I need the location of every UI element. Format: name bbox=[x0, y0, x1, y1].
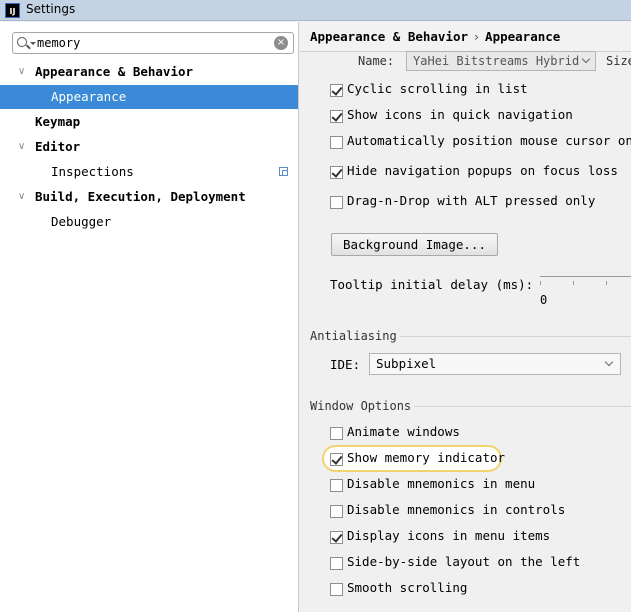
checkbox-label[interactable]: Drag-n-Drop with ALT pressed only bbox=[347, 193, 595, 208]
checkbox-label[interactable]: Disable mnemonics in menu bbox=[347, 476, 535, 491]
tree-item-label: Appearance & Behavior bbox=[35, 64, 194, 79]
intellij-app-icon: IJ bbox=[5, 3, 20, 18]
font-name-label: Name: bbox=[358, 54, 395, 68]
checkbox-label[interactable]: Disable mnemonics in controls bbox=[347, 502, 565, 517]
slider-tick bbox=[573, 281, 574, 285]
checkbox-box[interactable] bbox=[330, 505, 343, 518]
clear-search-icon[interactable]: × bbox=[274, 36, 288, 50]
slider-min-label: 0 bbox=[540, 293, 548, 307]
checkbox-box[interactable] bbox=[330, 479, 343, 492]
checkbox-box[interactable] bbox=[330, 166, 343, 179]
checkbox-box[interactable] bbox=[330, 110, 343, 123]
tree-item-keymap[interactable]: Keymap bbox=[0, 110, 298, 134]
tree-item-appearance[interactable]: Appearance bbox=[0, 85, 298, 109]
background-image-button[interactable]: Background Image... bbox=[331, 233, 498, 256]
checkbox-label[interactable]: Side-by-side layout on the left bbox=[347, 554, 580, 569]
window-options-section-title: Window Options bbox=[310, 399, 412, 413]
checkbox-box[interactable] bbox=[330, 557, 343, 570]
search-input[interactable] bbox=[37, 35, 267, 51]
slider-tick bbox=[606, 281, 607, 285]
checkbox-label[interactable]: Cyclic scrolling in list bbox=[347, 81, 528, 96]
settings-content-pane: Appearance & Behavior › Appearance Name: Y… bbox=[300, 22, 631, 612]
tree-item-label: Keymap bbox=[35, 114, 81, 129]
search-icon[interactable] bbox=[17, 37, 27, 47]
checkbox-label[interactable]: Animate windows bbox=[347, 424, 460, 439]
checkbox-box[interactable] bbox=[330, 84, 343, 97]
ide-antialiasing-label: IDE: bbox=[330, 357, 361, 372]
checkbox-label[interactable]: Display icons in menu items bbox=[347, 528, 550, 543]
checkbox-box[interactable] bbox=[330, 136, 343, 149]
font-size-label: Size bbox=[606, 54, 631, 68]
breadcrumb-current: Appearance bbox=[485, 29, 561, 44]
breadcrumb-separator-icon: › bbox=[474, 29, 480, 44]
search-box[interactable]: × bbox=[12, 32, 294, 54]
tree-item-label: Debugger bbox=[51, 214, 112, 229]
tree-item-label: Appearance bbox=[51, 89, 127, 104]
checkbox-label[interactable]: Hide navigation popups on focus loss bbox=[347, 163, 618, 178]
tree-item-label: Editor bbox=[35, 139, 81, 154]
expand-arrow-icon[interactable]: ∨ bbox=[18, 135, 25, 159]
checkbox-label[interactable]: Automatically position mouse cursor on d… bbox=[347, 133, 631, 148]
checkbox-box[interactable] bbox=[330, 453, 343, 466]
breadcrumb: Appearance & Behavior › Appearance bbox=[300, 22, 631, 52]
tree-item-appearance-behavior[interactable]: ∨ Appearance & Behavior bbox=[0, 60, 298, 84]
search-history-dropdown-icon[interactable] bbox=[30, 42, 36, 45]
chevron-down-icon bbox=[581, 54, 591, 64]
checkbox-box[interactable] bbox=[330, 196, 343, 209]
checkbox-label[interactable]: Show memory indicator bbox=[347, 450, 505, 465]
expand-arrow-icon[interactable]: ∨ bbox=[18, 185, 25, 209]
slider-tick bbox=[540, 281, 541, 285]
ide-antialiasing-value: Subpixel bbox=[376, 356, 437, 371]
tooltip-delay-slider[interactable] bbox=[540, 276, 631, 277]
breadcrumb-parent: Appearance & Behavior bbox=[310, 29, 469, 44]
checkbox-label[interactable]: Show icons in quick navigation bbox=[347, 107, 573, 122]
checkbox-label[interactable]: Smooth scrolling bbox=[347, 580, 467, 595]
tree-item-build-execution-deployment[interactable]: ∨ Build, Execution, Deployment bbox=[0, 185, 298, 209]
title-bar: IJ Settings bbox=[0, 0, 631, 21]
window-title: Settings bbox=[26, 2, 76, 16]
expand-arrow-icon[interactable]: ∨ bbox=[18, 60, 25, 84]
checkbox-box[interactable] bbox=[330, 427, 343, 440]
font-name-value: YaHei Bitstreams Hybrid bbox=[413, 54, 580, 68]
checkbox-box[interactable] bbox=[330, 583, 343, 596]
tree-item-label: Build, Execution, Deployment bbox=[35, 189, 246, 204]
tree-item-label: Inspections bbox=[51, 164, 134, 179]
tree-item-editor[interactable]: ∨ Editor bbox=[0, 135, 298, 159]
chevron-down-icon bbox=[604, 357, 614, 367]
tooltip-delay-label: Tooltip initial delay (ms): bbox=[330, 277, 534, 292]
ide-antialiasing-select[interactable]: Subpixel bbox=[369, 353, 621, 375]
tree-item-inspections[interactable]: Inspections bbox=[0, 160, 298, 184]
tree-item-debugger[interactable]: Debugger bbox=[0, 210, 298, 234]
checkbox-box[interactable] bbox=[330, 531, 343, 544]
section-divider bbox=[400, 336, 631, 337]
font-name-select[interactable]: YaHei Bitstreams Hybrid bbox=[406, 51, 596, 71]
project-settings-copy-icon bbox=[279, 167, 288, 176]
settings-tree-pane: × ∨ Appearance & Behavior Appearance Key… bbox=[0, 22, 299, 612]
section-divider bbox=[414, 406, 631, 407]
antialiasing-section-title: Antialiasing bbox=[310, 329, 397, 343]
